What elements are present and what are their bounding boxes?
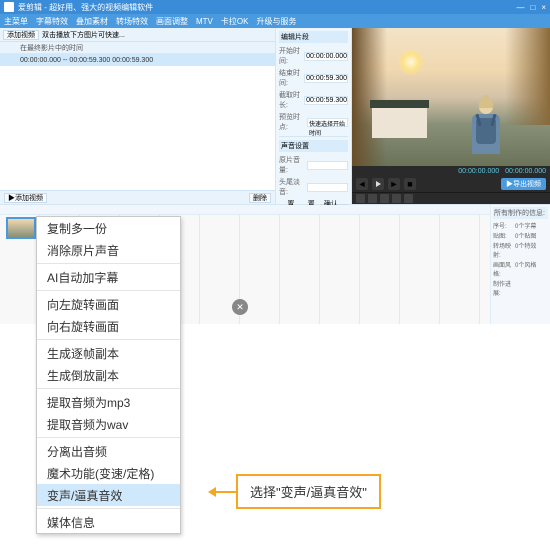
dur-input[interactable]: 00:00:59.300 [304,96,348,105]
player-toolrow [352,192,550,204]
next-button[interactable]: ► [388,178,400,190]
fade-slider[interactable] [307,183,348,192]
start-input[interactable]: 00:00:00.000 [304,52,348,61]
menu-mtv[interactable]: MTV [196,17,213,26]
ctx-separator [37,508,180,509]
minimize-button[interactable]: — [516,3,524,12]
menu-overlay[interactable]: 叠加素材 [76,16,108,27]
props-title: 编辑片段 [279,31,348,43]
house [372,108,427,138]
preview-pane: 00:00:00.000 00:00:00.000 ◄ ► ■ ▶导出视频 [352,28,550,204]
add-video-tab[interactable]: 添加视频 [3,30,39,40]
annotation-callout: 选择"变声/逼真音效" [208,474,381,509]
ctx-separator [37,263,180,264]
ctx-item[interactable]: 提取音频为wav [37,413,180,435]
close-button[interactable]: × [541,3,546,12]
time-current: 00:00:00.000 [458,168,499,175]
export-button[interactable]: ▶导出视频 [501,178,546,190]
ctx-item[interactable]: 提取音频为mp3 [37,391,180,413]
tool-icon[interactable] [392,194,401,203]
add-video-button[interactable]: ▶添加视频 [4,193,47,203]
ctx-separator [37,437,180,438]
house-roof [370,100,429,108]
menu-upgrade[interactable]: 升级与服务 [256,16,296,27]
play-button[interactable] [372,178,384,190]
ctx-item[interactable]: 消除原片声音 [37,239,180,261]
tree-right [505,28,550,125]
app-logo-icon [4,2,14,12]
video-preview[interactable] [352,28,550,166]
stop-button[interactable]: ■ [404,178,416,190]
menu-karaoke[interactable]: 卡拉OK [221,16,249,27]
titlebar: 爱剪辑 - 超好用、强大的视频编辑软件 — □ × [0,0,550,14]
sun-graphic [397,48,425,76]
context-menu: 复制多一份消除原片声音 AI自动加字幕向左旋转画面向右旋转画面生成逐帧副本生成倒放… [36,216,181,534]
ctx-item[interactable]: 变声/逼真音效 [37,484,180,506]
ctx-separator [37,388,180,389]
properties-pane: 编辑片段 开始时间:00:00:00.000 结束时间:00:00:59.300… [275,28,352,204]
ctx-item[interactable]: 媒体信息 [37,511,180,533]
ctx-item[interactable]: AI自动加字幕 [37,266,180,288]
callout-text: 选择"变声/逼真音效" [236,474,381,509]
menu-subtitle[interactable]: 字幕特效 [36,16,68,27]
fade-label: 头尾淡音: [279,177,307,197]
tool-icon[interactable] [380,194,389,203]
sound-title: 声音设置 [279,140,348,152]
info-title: 所有制作的信息: [493,207,548,219]
preview-label: 预览时点: [279,112,307,132]
ctx-item[interactable]: 生成逐帧副本 [37,342,180,364]
vol-label: 原片音量: [279,155,307,175]
dur-label: 截取时长: [279,90,304,110]
maximize-button[interactable]: □ [530,3,535,12]
ctx-separator [37,339,180,340]
preview-select[interactable]: 快速选择开始时间 [307,118,348,127]
ctx-item[interactable]: 向右旋转画面 [37,315,180,337]
arrow-icon [208,487,216,497]
ctx-item[interactable]: 向左旋转画面 [37,293,180,315]
time-total: 00:00:00.000 [505,168,546,175]
ctx-item[interactable]: 复制多一份 [37,217,180,239]
timeline-clip[interactable] [6,217,36,239]
tree-left [352,28,387,166]
ctx-separator [37,290,180,291]
menubar: 主菜单 字幕特效 叠加素材 转场特效 画面调整 MTV 卡拉OK 升级与服务 [0,14,550,28]
window-title: 爱剪辑 - 超好用、强大的视频编辑软件 [18,2,153,13]
timeline-info-pane: 所有制作的信息: 序号:0个字幕 贴图:0个贴图 转场映射:0个特效 画面风格:… [490,205,550,324]
player-controls: 00:00:00.000 00:00:00.000 ◄ ► ■ ▶导出视频 [352,166,550,192]
list-tip: 双击播放下方图片可快速... [42,30,125,40]
menu-transition[interactable]: 转场特效 [116,16,148,27]
ctx-item[interactable]: 分离出音频 [37,440,180,462]
menu-main[interactable]: 主菜单 [4,16,28,27]
delete-button[interactable]: 删除 [249,193,271,203]
ctx-item[interactable]: 魔术功能(变速/定格) [37,462,180,484]
collapse-button[interactable]: ✕ [232,299,248,315]
tool-icon[interactable] [404,194,413,203]
prev-button[interactable]: ◄ [356,178,368,190]
tool-icon[interactable] [356,194,365,203]
ctx-item[interactable]: 生成倒放副本 [37,364,180,386]
end-input[interactable]: 00:00:59.300 [304,74,348,83]
clip-row[interactable]: 00:00:00.000 -- 00:00:59.300 00:00:59.30… [0,54,275,66]
clip-list[interactable]: 00:00:00.000 -- 00:00:59.300 00:00:59.30… [0,54,275,190]
play-icon [376,181,381,187]
menu-adjust[interactable]: 画面调整 [156,16,188,27]
start-label: 开始时间: [279,46,304,66]
end-label: 结束时间: [279,68,304,88]
list-header: 在最终影片中的时间 [0,42,275,54]
person-figure [470,100,502,158]
tool-icon[interactable] [368,194,377,203]
clip-list-pane: 添加视频 双击播放下方图片可快速... 在最终影片中的时间 00:00:00.0… [0,28,275,204]
arrow-line [216,491,236,493]
vol-slider[interactable] [307,161,348,170]
